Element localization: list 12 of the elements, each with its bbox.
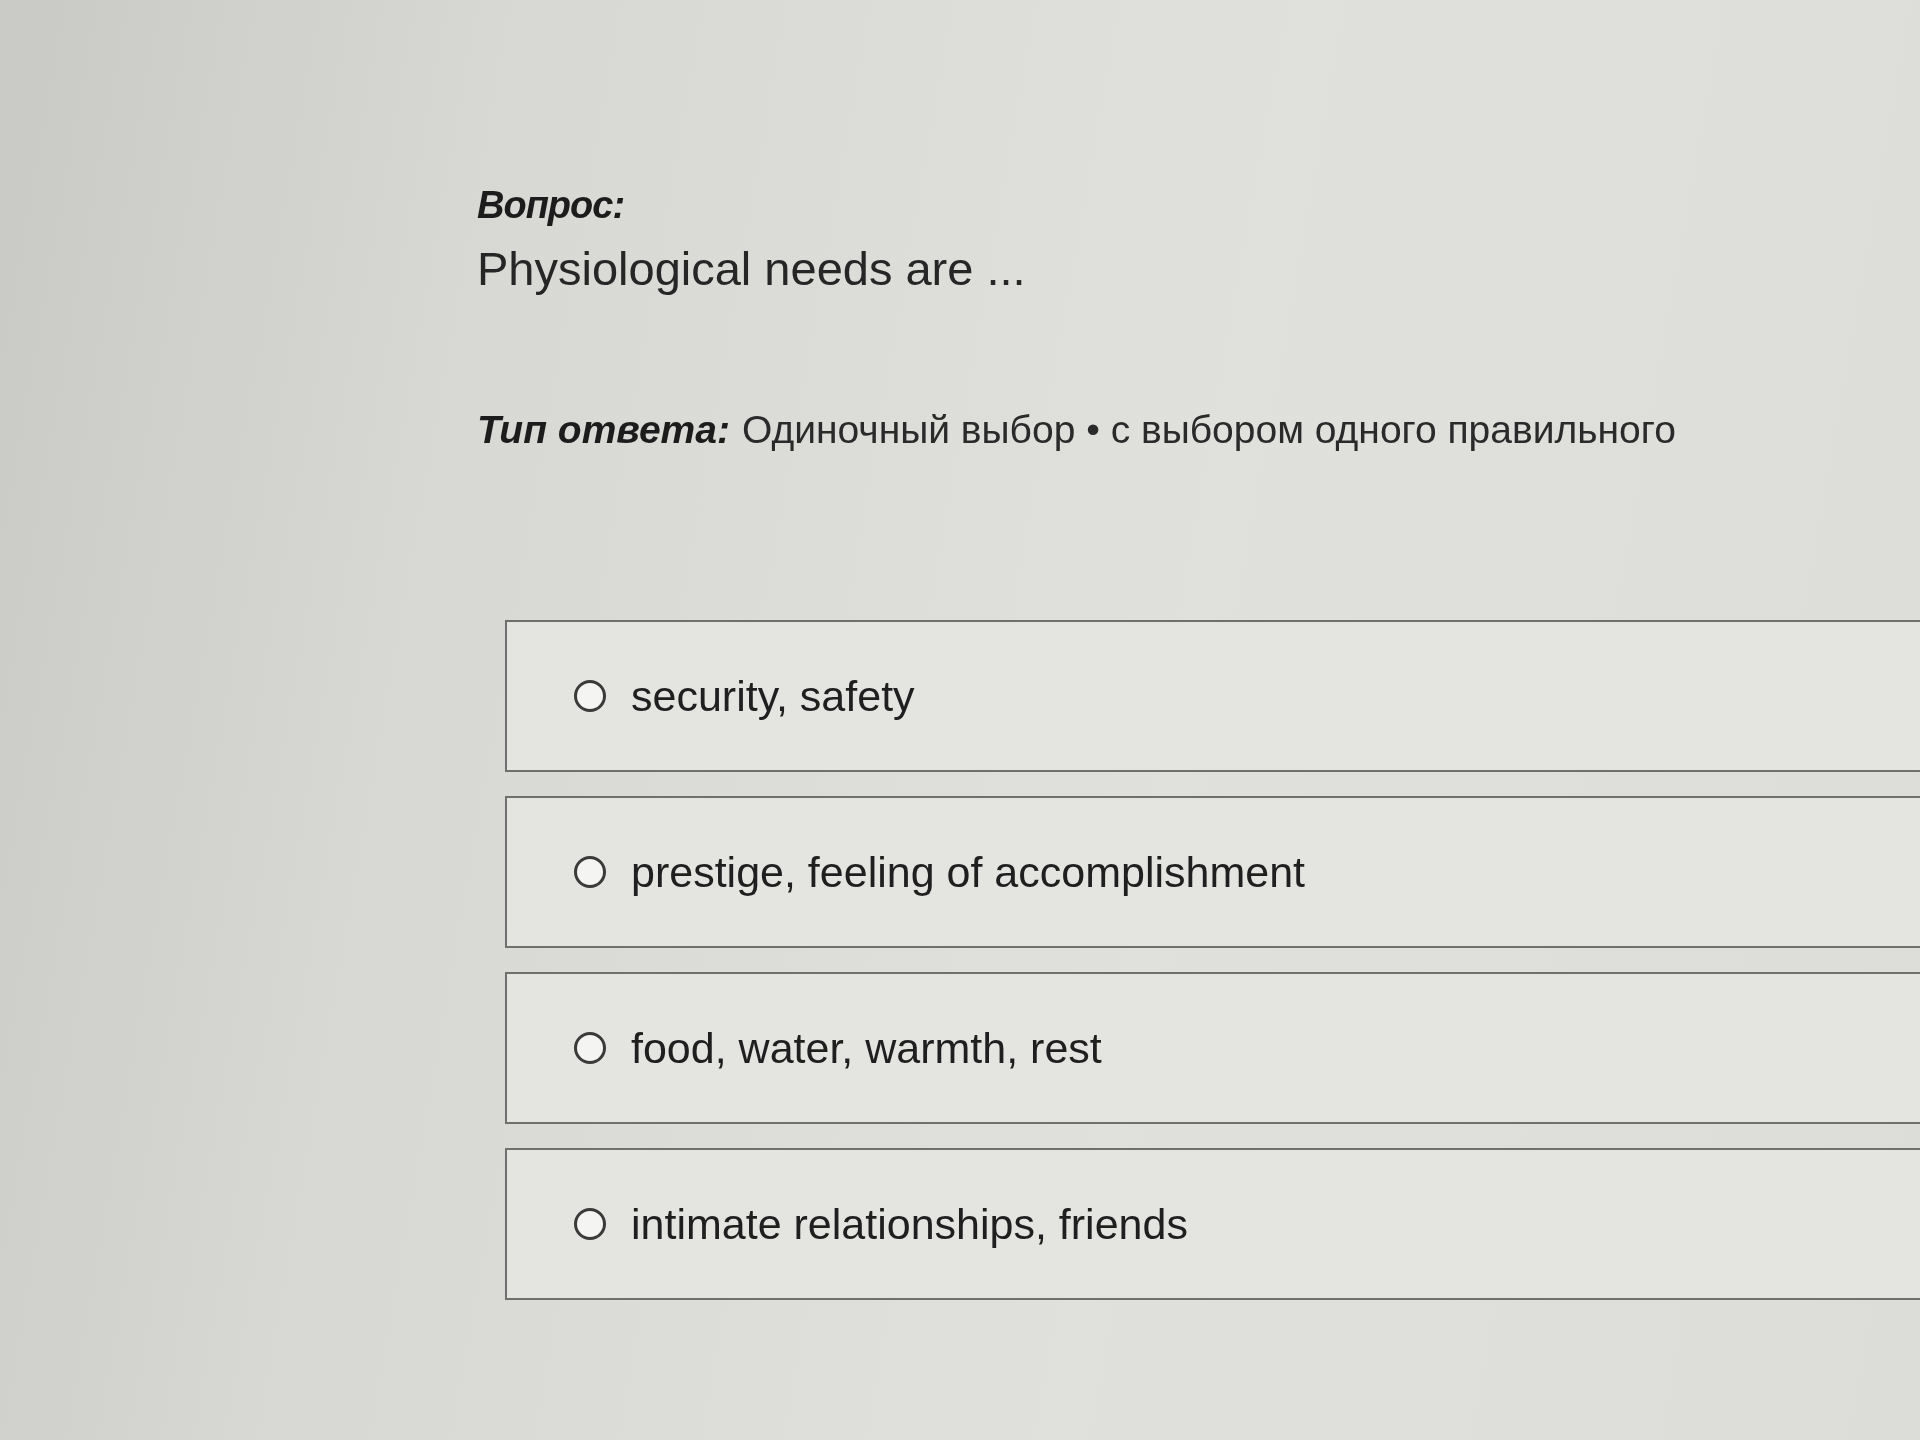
answer-option[interactable]: security, safety <box>505 620 1920 772</box>
question-heading: Вопрос: <box>477 184 625 227</box>
answer-type-label: Тип ответа: <box>477 408 730 452</box>
answer-option[interactable]: intimate relationships, friends <box>505 1148 1920 1300</box>
radio-icon[interactable] <box>573 679 607 713</box>
answer-option[interactable]: prestige, feeling of accomplishment <box>505 796 1920 948</box>
radio-icon[interactable] <box>573 1031 607 1065</box>
question-text: Physiological needs are ... <box>477 241 1026 296</box>
answer-type-value: Одиночный выбор • с выбором одного правильного <box>741 408 1676 452</box>
radio-icon[interactable] <box>573 1207 607 1241</box>
answer-option[interactable]: food, water, warmth, rest <box>505 972 1920 1124</box>
radio-icon[interactable] <box>573 855 607 889</box>
